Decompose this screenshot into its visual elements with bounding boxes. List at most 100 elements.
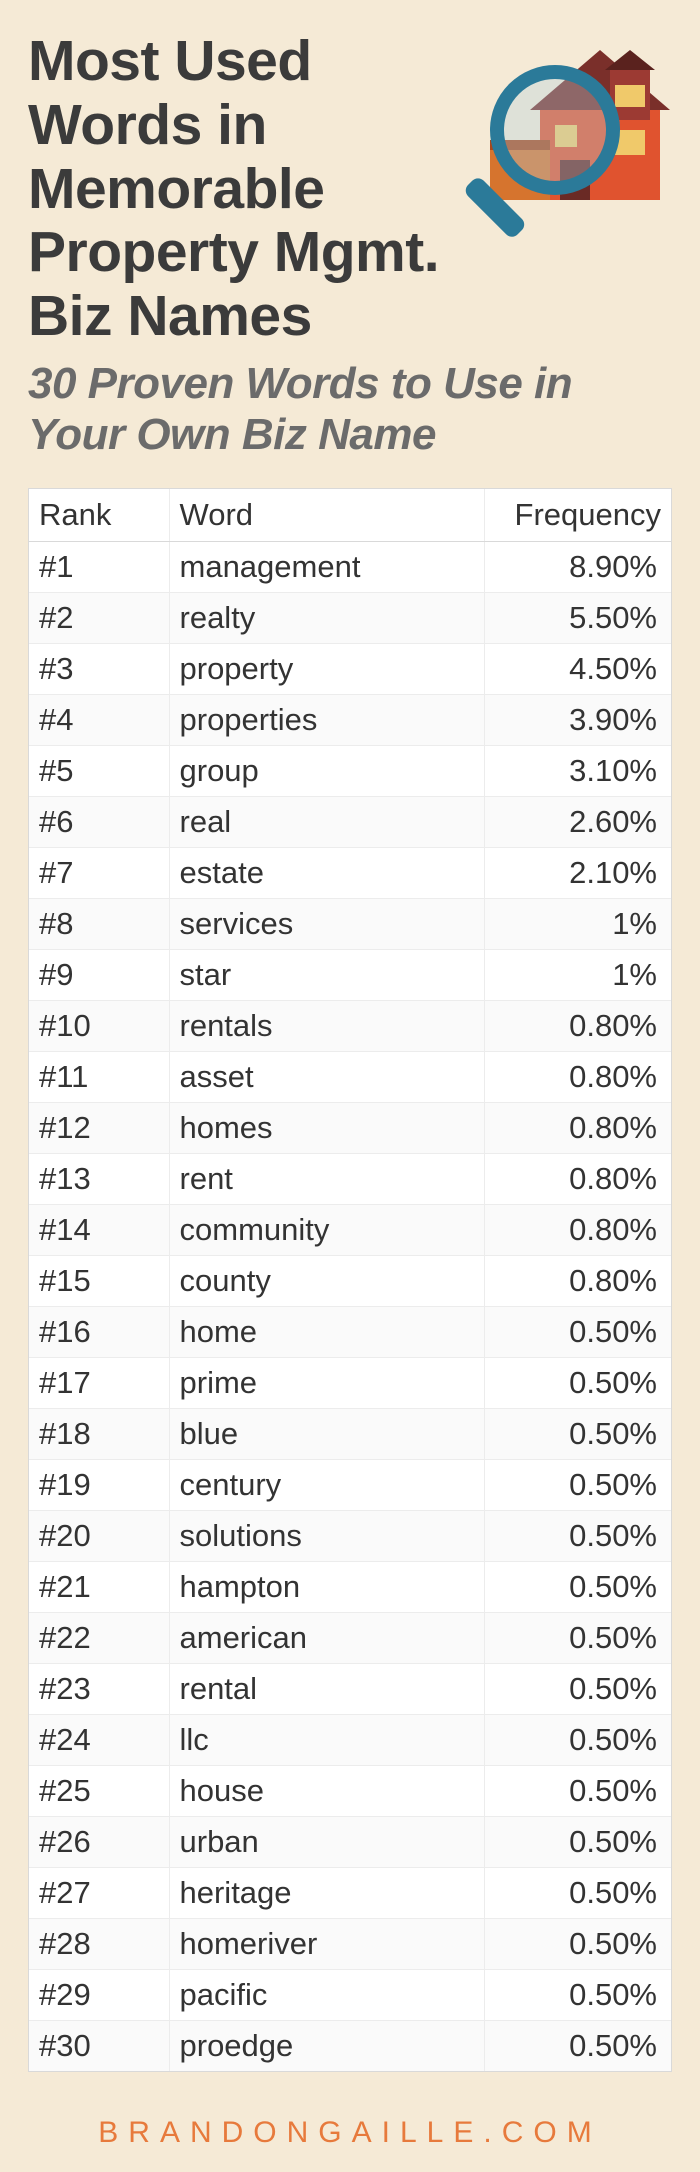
cell-rank: #20 [29,1511,169,1562]
cell-frequency: 0.50% [484,1358,671,1409]
footer-brand: BRANDONGAILLE.COM [0,2116,700,2150]
table-row: #27heritage0.50% [29,1868,671,1919]
cell-word: solutions [169,1511,484,1562]
cell-rank: #7 [29,848,169,899]
cell-word: rentals [169,1001,484,1052]
cell-word: estate [169,848,484,899]
table-row: #7estate2.10% [29,848,671,899]
table-header-row: Rank Word Frequency [29,489,671,542]
cell-frequency: 0.80% [484,1205,671,1256]
cell-frequency: 4.50% [484,644,671,695]
cell-word: real [169,797,484,848]
cell-rank: #16 [29,1307,169,1358]
cell-word: properties [169,695,484,746]
table-row: #13rent0.80% [29,1154,671,1205]
cell-word: century [169,1460,484,1511]
cell-frequency: 0.50% [484,1919,671,1970]
cell-rank: #6 [29,797,169,848]
cell-word: house [169,1766,484,1817]
cell-rank: #29 [29,1970,169,2021]
cell-rank: #25 [29,1766,169,1817]
cell-rank: #17 [29,1358,169,1409]
cell-frequency: 2.10% [484,848,671,899]
cell-word: rental [169,1664,484,1715]
page-subtitle: 30 Proven Words to Use in Your Own Biz N… [28,359,672,460]
table-row: #21hampton0.50% [29,1562,671,1613]
cell-frequency: 0.50% [484,1817,671,1868]
cell-word: urban [169,1817,484,1868]
cell-rank: #5 [29,746,169,797]
cell-rank: #30 [29,2021,169,2072]
cell-frequency: 0.50% [484,1664,671,1715]
cell-word: services [169,899,484,950]
table-row: #10rentals0.80% [29,1001,671,1052]
table-row: #8services1% [29,899,671,950]
table-row: #14community0.80% [29,1205,671,1256]
cell-word: rent [169,1154,484,1205]
table-row: #12homes0.80% [29,1103,671,1154]
cell-rank: #26 [29,1817,169,1868]
cell-rank: #24 [29,1715,169,1766]
cell-frequency: 0.80% [484,1052,671,1103]
cell-word: homes [169,1103,484,1154]
cell-rank: #11 [29,1052,169,1103]
cell-rank: #4 [29,695,169,746]
cell-frequency: 2.60% [484,797,671,848]
cell-frequency: 0.80% [484,1001,671,1052]
header-word: Word [169,489,484,542]
cell-word: realty [169,593,484,644]
cell-word: county [169,1256,484,1307]
cell-rank: #28 [29,1919,169,1970]
cell-word: homeriver [169,1919,484,1970]
cell-frequency: 0.50% [484,1562,671,1613]
table-row: #2realty5.50% [29,593,671,644]
table-row: #5group3.10% [29,746,671,797]
cell-rank: #9 [29,950,169,1001]
cell-frequency: 0.50% [484,1460,671,1511]
cell-frequency: 0.80% [484,1103,671,1154]
cell-rank: #12 [29,1103,169,1154]
table-row: #18blue0.50% [29,1409,671,1460]
table-row: #3property4.50% [29,644,671,695]
cell-frequency: 0.80% [484,1154,671,1205]
cell-rank: #2 [29,593,169,644]
table-row: #28homeriver0.50% [29,1919,671,1970]
cell-rank: #27 [29,1868,169,1919]
cell-frequency: 1% [484,899,671,950]
cell-rank: #23 [29,1664,169,1715]
cell-rank: #22 [29,1613,169,1664]
cell-frequency: 0.50% [484,1511,671,1562]
house-magnifier-icon [460,20,680,240]
table-row: #9star1% [29,950,671,1001]
header-rank: Rank [29,489,169,542]
word-frequency-table: Rank Word Frequency #1management8.90%#2r… [28,488,672,2072]
cell-word: blue [169,1409,484,1460]
cell-frequency: 0.50% [484,1613,671,1664]
cell-word: american [169,1613,484,1664]
cell-rank: #13 [29,1154,169,1205]
cell-word: asset [169,1052,484,1103]
cell-word: pacific [169,1970,484,2021]
cell-frequency: 3.90% [484,695,671,746]
cell-word: management [169,542,484,593]
table-row: #30proedge0.50% [29,2021,671,2072]
cell-frequency: 3.10% [484,746,671,797]
table-row: #26urban0.50% [29,1817,671,1868]
cell-frequency: 0.50% [484,1307,671,1358]
table-row: #29pacific0.50% [29,1970,671,2021]
table-row: #17prime0.50% [29,1358,671,1409]
table-row: #1management8.90% [29,542,671,593]
cell-word: home [169,1307,484,1358]
table-row: #24llc0.50% [29,1715,671,1766]
cell-word: property [169,644,484,695]
cell-frequency: 8.90% [484,542,671,593]
cell-frequency: 0.50% [484,2021,671,2072]
table-row: #16home0.50% [29,1307,671,1358]
cell-rank: #21 [29,1562,169,1613]
cell-rank: #19 [29,1460,169,1511]
cell-frequency: 0.50% [484,1970,671,2021]
cell-word: prime [169,1358,484,1409]
cell-word: proedge [169,2021,484,2072]
table-row: #6real2.60% [29,797,671,848]
table-row: #15county0.80% [29,1256,671,1307]
